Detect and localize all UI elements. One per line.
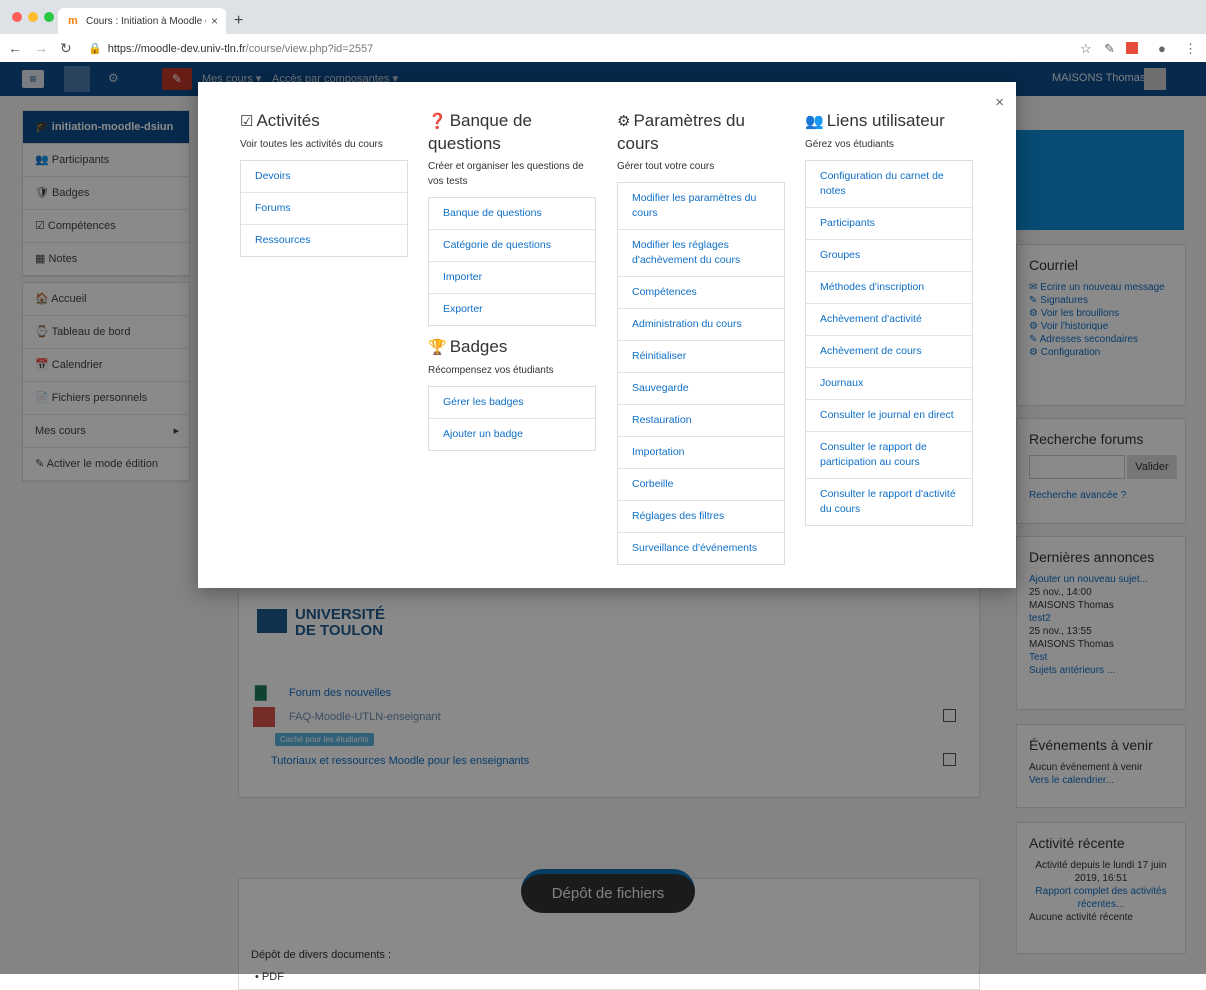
link-restauration[interactable]: Restauration	[618, 405, 784, 437]
link-achevement-activite[interactable]: Achèvement d'activité	[806, 304, 972, 336]
question-circle-icon: ❓	[428, 113, 447, 130]
lock-icon: 🔒	[88, 43, 102, 55]
link-reglages-achevement[interactable]: Modifier les réglages d'achèvement du co…	[618, 230, 784, 277]
column-parametres-cours: ⚙ Paramètres du cours Gérer tout votre co…	[617, 110, 785, 565]
link-sauvegarde[interactable]: Sauvegarde	[618, 373, 784, 405]
browser-tab[interactable]: m Cours : Initiation à Moodle (T... ×	[58, 8, 226, 34]
users-icon: 👥	[805, 113, 824, 130]
extension-color-icon[interactable]	[1126, 42, 1138, 54]
link-list: Modifier les paramètres du cours Modifie…	[617, 182, 785, 565]
link-corbeille[interactable]: Corbeille	[618, 469, 784, 501]
url-field[interactable]: 🔒 https://moodle-dev.univ-tln.fr/course/v…	[88, 40, 1128, 58]
close-window-button[interactable]	[12, 12, 22, 22]
link-devoirs[interactable]: Devoirs	[241, 161, 407, 193]
link-participants[interactable]: Participants	[806, 208, 972, 240]
reload-icon[interactable]: ↻	[60, 40, 72, 57]
tab-title: Cours : Initiation à Moodle (T...	[86, 16, 206, 27]
section-heading: ☑ Activités	[240, 111, 320, 130]
section-heading: ❓ Banque de questions	[428, 111, 532, 153]
link-gerer-badges[interactable]: Gérer les badges	[429, 387, 595, 419]
section-description: Gérez vos étudiants	[805, 139, 894, 150]
link-competences[interactable]: Compétences	[618, 277, 784, 309]
gears-icon: ⚙	[617, 113, 631, 130]
trophy-icon: 🏆	[428, 339, 447, 356]
link-list: Configuration du carnet de notes Partici…	[805, 160, 973, 526]
checkbox-icon: ☑	[240, 113, 254, 130]
link-importation[interactable]: Importation	[618, 437, 784, 469]
link-reinitialiser[interactable]: Réinitialiser	[618, 341, 784, 373]
section-heading: 🏆 Badges	[428, 337, 508, 356]
column-activites: ☑ Activités Voir toutes les activités du …	[240, 110, 408, 257]
bookmark-star-icon[interactable]: ☆	[1080, 41, 1092, 57]
section-description: Gérer tout votre cours	[617, 161, 715, 172]
link-surveillance-evenements[interactable]: Surveillance d'événements	[618, 533, 784, 564]
profile-icon[interactable]: ●	[1158, 41, 1166, 56]
close-icon[interactable]: ×	[995, 94, 1004, 111]
link-reglages-filtres[interactable]: Réglages des filtres	[618, 501, 784, 533]
link-forums[interactable]: Forums	[241, 193, 407, 225]
course-admin-modal: × ☑ Activités Voir toutes les activités d…	[198, 82, 1016, 588]
link-importer[interactable]: Importer	[429, 262, 595, 294]
browser-tab-bar: m Cours : Initiation à Moodle (T... × +	[0, 0, 1206, 34]
link-carnet-notes[interactable]: Configuration du carnet de notes	[806, 161, 972, 208]
column-badges: 🏆 Badges Récompensez vos étudiants Gérer …	[428, 336, 596, 451]
section-heading: ⚙ Paramètres du cours	[617, 111, 745, 153]
address-bar: ← → ↻ 🔒 https://moodle-dev.univ-tln.fr/co…	[0, 34, 1206, 63]
menu-dots-icon[interactable]: ⋮	[1184, 41, 1197, 57]
link-rapport-activite[interactable]: Consulter le rapport d'activité du cours	[806, 479, 972, 525]
link-list: Devoirs Forums Ressources	[240, 160, 408, 257]
link-achevement-cours[interactable]: Achèvement de cours	[806, 336, 972, 368]
section-description: Récompensez vos étudiants	[428, 365, 554, 376]
section-description: Créer et organiser les questions de vos …	[428, 161, 584, 187]
link-journal-direct[interactable]: Consulter le journal en direct	[806, 400, 972, 432]
back-icon[interactable]: ←	[8, 40, 22, 56]
new-tab-icon[interactable]: +	[234, 12, 243, 30]
link-rapport-participation[interactable]: Consulter le rapport de participation au…	[806, 432, 972, 479]
link-groupes[interactable]: Groupes	[806, 240, 972, 272]
link-banque-questions[interactable]: Banque de questions	[429, 198, 595, 230]
maximize-window-button[interactable]	[44, 12, 54, 22]
minimize-window-button[interactable]	[28, 12, 38, 22]
column-liens-utilisateur: 👥 Liens utilisateur Gérez vos étudiants C…	[805, 110, 973, 526]
link-journaux[interactable]: Journaux	[806, 368, 972, 400]
link-ajouter-badge[interactable]: Ajouter un badge	[429, 419, 595, 450]
link-exporter[interactable]: Exporter	[429, 294, 595, 325]
link-list: Banque de questions Catégorie de questio…	[428, 197, 596, 326]
link-administration[interactable]: Administration du cours	[618, 309, 784, 341]
link-ressources[interactable]: Ressources	[241, 225, 407, 256]
link-list: Gérer les badges Ajouter un badge	[428, 386, 596, 451]
close-tab-icon[interactable]: ×	[211, 14, 218, 28]
section-heading: 👥 Liens utilisateur	[805, 111, 945, 130]
column-banque-questions: ❓ Banque de questions Créer et organiser …	[428, 110, 596, 451]
extension-icon[interactable]: ✎	[1104, 41, 1115, 57]
link-modifier-parametres[interactable]: Modifier les paramètres du cours	[618, 183, 784, 230]
forward-icon[interactable]: →	[34, 40, 48, 56]
link-categorie-questions[interactable]: Catégorie de questions	[429, 230, 595, 262]
link-methodes-inscription[interactable]: Méthodes d'inscription	[806, 272, 972, 304]
moodle-favicon-icon: m	[68, 15, 78, 27]
section-description: Voir toutes les activités du cours	[240, 139, 383, 150]
